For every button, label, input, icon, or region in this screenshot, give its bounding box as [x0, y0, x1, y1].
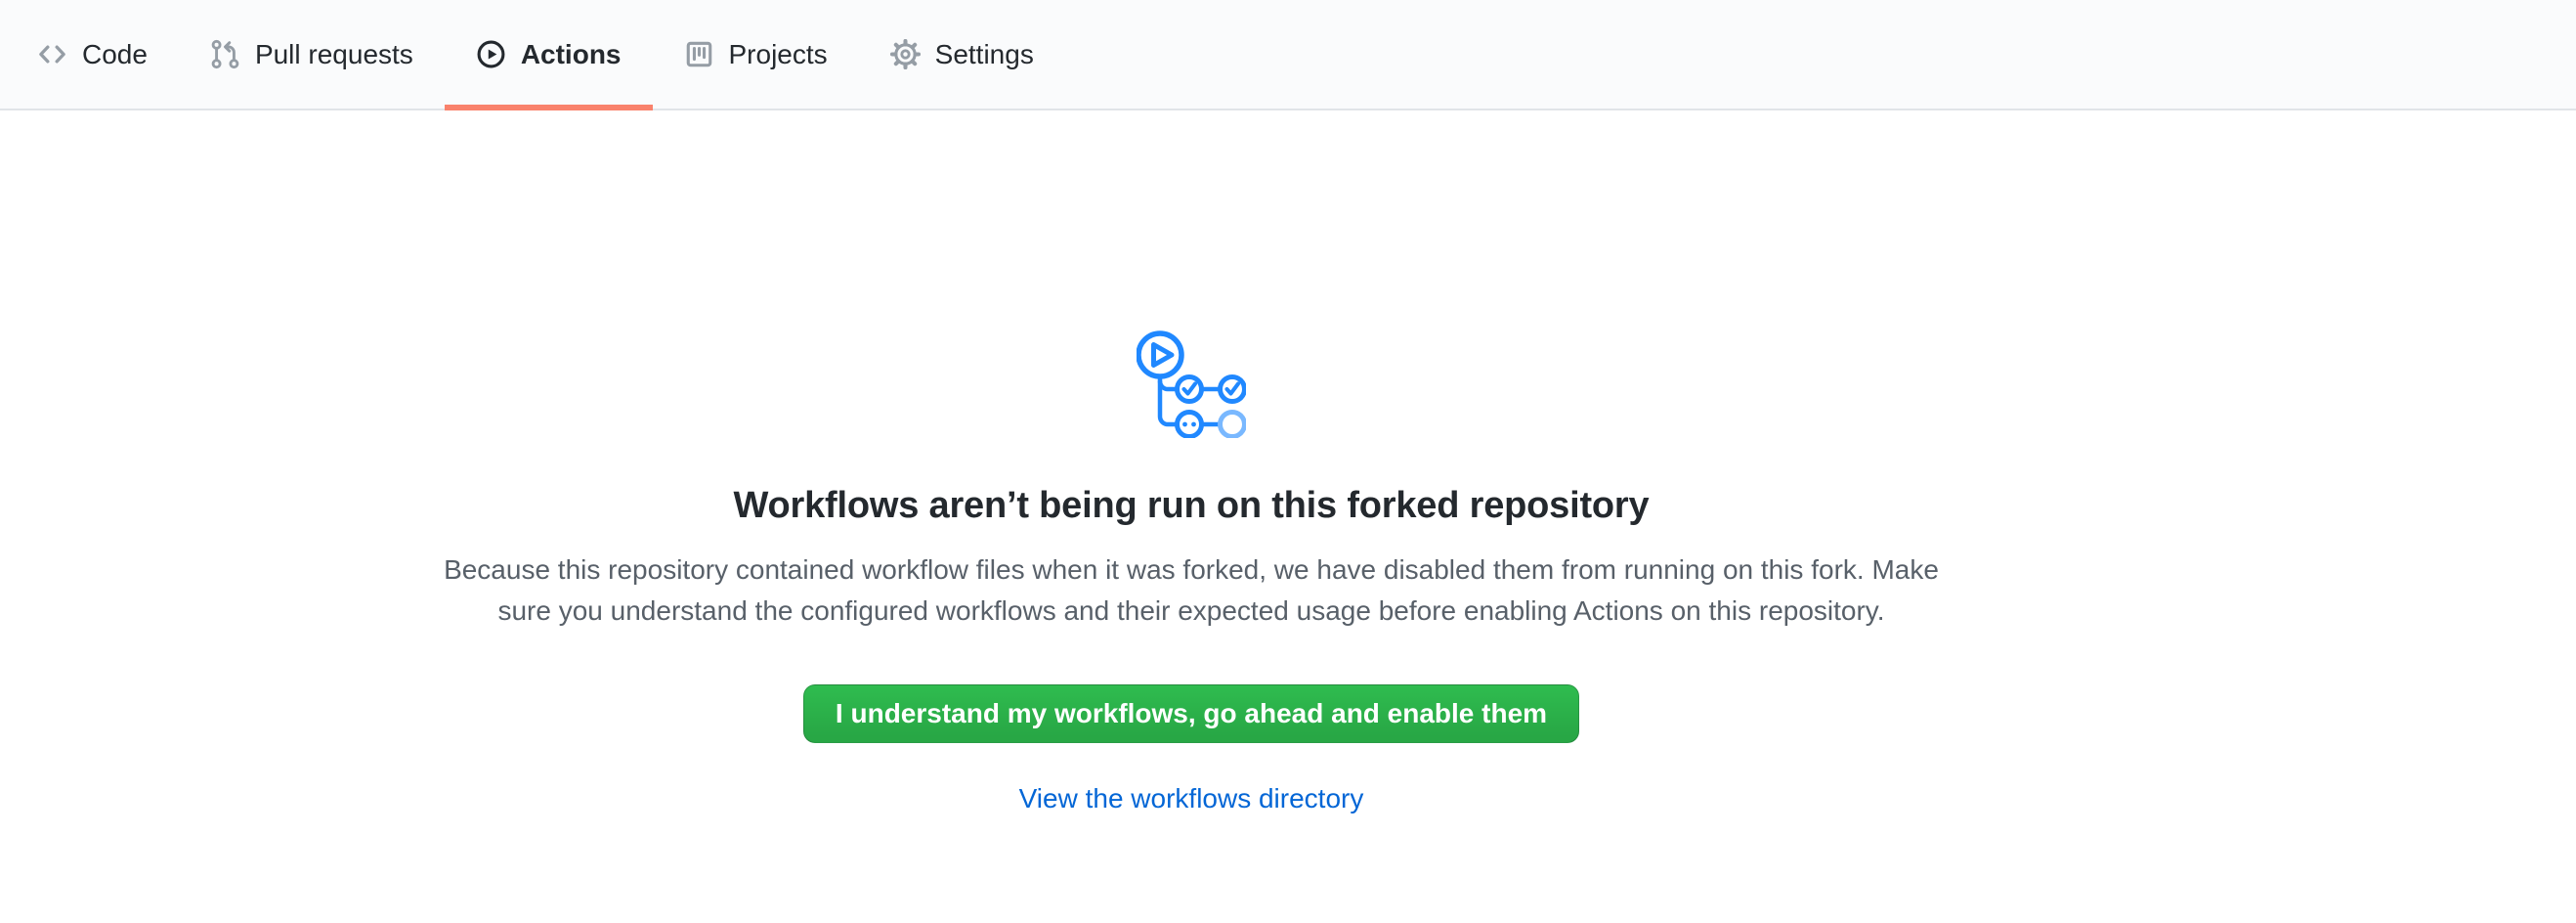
actions-disabled-blankslate: Workflows aren’t being run on this forke…: [263, 329, 2120, 815]
code-icon: [37, 39, 67, 69]
tab-label: Projects: [729, 39, 828, 70]
tab-label: Actions: [521, 39, 622, 70]
enable-workflows-button[interactable]: I understand my workflows, go ahead and …: [803, 684, 1579, 743]
repo-tab-bar: Code Pull requests Actions: [0, 0, 2576, 110]
description-line: Because this repository contained workfl…: [361, 549, 2022, 591]
actions-workflow-graph-icon: [263, 329, 2120, 438]
play-circle-icon: [476, 39, 506, 69]
tab-projects[interactable]: Projects: [653, 0, 859, 109]
tab-actions[interactable]: Actions: [445, 0, 653, 109]
git-pull-request-icon: [210, 39, 240, 69]
description-line: sure you understand the configured workf…: [361, 591, 2022, 632]
tab-code[interactable]: Code: [6, 0, 179, 109]
view-workflows-directory-link[interactable]: View the workflows directory: [263, 782, 2120, 815]
tab-settings[interactable]: Settings: [859, 0, 1065, 109]
tab-pull-requests[interactable]: Pull requests: [179, 0, 445, 109]
tab-label: Code: [82, 39, 148, 70]
tab-label: Pull requests: [255, 39, 413, 70]
blankslate-title: Workflows aren’t being run on this forke…: [263, 483, 2120, 528]
gear-icon: [890, 39, 921, 69]
tab-label: Settings: [935, 39, 1034, 70]
project-board-icon: [684, 39, 714, 69]
blankslate-description: Because this repository contained workfl…: [361, 549, 2022, 632]
